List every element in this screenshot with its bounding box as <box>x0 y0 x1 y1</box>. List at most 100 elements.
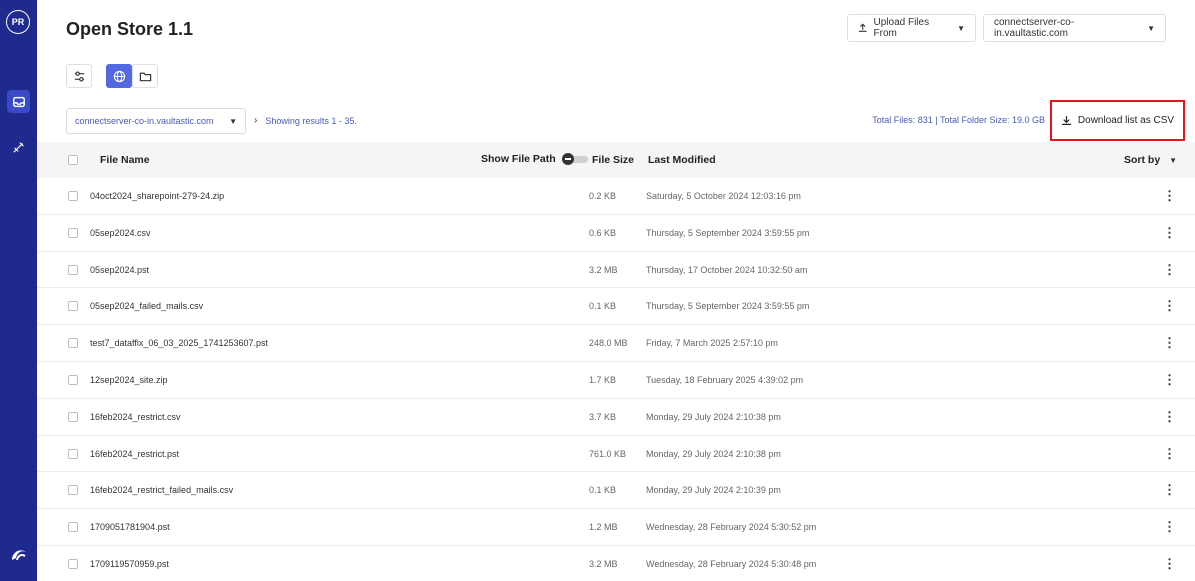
file-size: 248.0 MB <box>589 338 628 349</box>
server-dropdown[interactable]: connectserver-co-in.vaultastic.com ▼ <box>983 14 1166 42</box>
file-name[interactable]: 1709119570959.pst <box>90 559 169 569</box>
chevron-down-icon: ▼ <box>1147 23 1155 33</box>
table-row[interactable]: test7_dataffix_06_03_2025_1741253607.pst… <box>37 325 1195 362</box>
last-modified: Tuesday, 18 February 2025 4:39:02 pm <box>646 374 804 385</box>
last-modified: Friday, 7 March 2025 2:57:10 pm <box>646 338 778 349</box>
chevron-down-icon: ▼ <box>229 116 237 126</box>
brand-logo-icon <box>12 550 26 561</box>
more-options-icon[interactable]: ⋮ <box>1163 446 1176 462</box>
file-size: 1.7 KB <box>589 374 617 385</box>
global-view-button[interactable] <box>106 64 132 88</box>
last-modified: Wednesday, 28 February 2024 5:30:52 pm <box>646 522 817 533</box>
user-avatar[interactable]: PR <box>6 10 30 34</box>
filter-settings-button[interactable] <box>66 64 92 88</box>
chevron-down-icon: ▼ <box>1169 156 1178 165</box>
more-options-icon[interactable]: ⋮ <box>1163 225 1176 241</box>
file-list: 04oct2024_sharepoint-279-24.zip 0.2 KB Sat… <box>37 178 1195 581</box>
last-modified: Monday, 29 July 2024 2:10:38 pm <box>646 411 781 422</box>
table-row[interactable]: 05sep2024.pst 3.2 MB Thursday, 17 October … <box>37 252 1195 289</box>
upload-files-from-dropdown[interactable]: Upload Files From ▼ <box>847 14 976 42</box>
table-row[interactable]: 05sep2024.csv 0.6 KB Thursday, 5 September… <box>37 215 1195 252</box>
server-select-value: connectserver-co-in.vaultastic.com <box>75 116 214 126</box>
row-checkbox[interactable] <box>68 448 78 459</box>
more-options-icon[interactable]: ⋮ <box>1163 335 1176 351</box>
last-modified: Thursday, 17 October 2024 10:32:50 am <box>646 264 808 275</box>
file-name[interactable]: 05sep2024.csv <box>90 228 151 238</box>
table-row[interactable]: 16feb2024_restrict.csv 3.7 KB Monday, 29 J… <box>37 399 1195 436</box>
file-size: 1.2 MB <box>589 522 618 533</box>
row-checkbox[interactable] <box>68 485 78 496</box>
file-size: 0.6 KB <box>589 227 617 238</box>
table-row[interactable]: 05sep2024_failed_mails.csv 0.1 KB Thursday… <box>37 288 1195 326</box>
chevron-right-icon: › <box>254 115 258 126</box>
row-checkbox[interactable] <box>68 338 78 349</box>
upload-icon <box>858 23 867 32</box>
sidebar-item-archive[interactable] <box>7 90 30 113</box>
row-checkbox[interactable] <box>68 301 78 312</box>
file-size: 3.2 MB <box>589 558 618 569</box>
table-row[interactable]: 12sep2024_site.zip 1.7 KB Tuesday, 18 Febr… <box>37 362 1195 399</box>
row-checkbox[interactable] <box>68 411 78 422</box>
row-checkbox[interactable] <box>68 264 78 275</box>
sidebar: PR <box>0 0 37 581</box>
column-file-name: File Name <box>100 154 150 166</box>
more-options-icon[interactable]: ⋮ <box>1163 409 1176 425</box>
sort-by-dropdown[interactable]: Sort by ▼ <box>1124 154 1177 166</box>
showing-results-text: Showing results 1 - 35. <box>265 115 357 126</box>
more-options-icon[interactable]: ⋮ <box>1163 298 1176 314</box>
breadcrumb: › Showing results 1 - 35. <box>254 115 357 126</box>
last-modified: Saturday, 5 October 2024 12:03:16 pm <box>646 191 801 201</box>
file-name[interactable]: test7_dataffix_06_03_2025_1741253607.pst <box>90 338 268 348</box>
table-row[interactable]: 1709119570959.pst 3.2 MB Wednesday, 28 Feb… <box>37 546 1195 581</box>
download-csv-button[interactable]: Download list as CSV <box>1050 100 1185 141</box>
column-file-size: File Size <box>592 154 635 166</box>
globe-icon <box>113 70 125 82</box>
table-header: File Name Show File Path File Size Last … <box>37 142 1195 178</box>
row-checkbox[interactable] <box>68 191 78 201</box>
server-select[interactable]: connectserver-co-in.vaultastic.com ▼ <box>66 108 246 134</box>
last-modified: Wednesday, 28 February 2024 5:30:48 pm <box>646 558 817 569</box>
table-row[interactable]: 04oct2024_sharepoint-279-24.zip 0.2 KB Sat… <box>37 178 1195 215</box>
select-all-checkbox[interactable] <box>68 155 78 165</box>
row-checkbox[interactable] <box>68 374 78 385</box>
more-options-icon[interactable]: ⋮ <box>1163 482 1176 498</box>
download-icon <box>1062 116 1071 125</box>
more-options-icon[interactable]: ⋮ <box>1163 262 1176 278</box>
last-modified: Thursday, 5 September 2024 3:59:55 pm <box>646 227 810 238</box>
inbox-icon <box>12 96 25 107</box>
folder-icon <box>139 72 151 81</box>
last-modified: Monday, 29 July 2024 2:10:38 pm <box>646 448 781 459</box>
more-options-icon[interactable]: ⋮ <box>1163 556 1176 572</box>
file-name[interactable]: 05sep2024.pst <box>90 265 149 275</box>
table-row[interactable]: 16feb2024_restrict_failed_mails.csv 0.1 K… <box>37 472 1195 510</box>
file-name[interactable]: 05sep2024_failed_mails.csv <box>90 301 203 311</box>
sidebar-item-connections[interactable] <box>7 135 30 158</box>
more-options-icon[interactable]: ⋮ <box>1163 372 1176 388</box>
file-name[interactable]: 16feb2024_restrict.pst <box>90 449 179 459</box>
show-file-path-control[interactable]: Show File Path <box>481 153 588 166</box>
file-size: 3.2 MB <box>589 264 618 275</box>
upload-label: Upload Files From <box>873 17 930 39</box>
totals-text: Total Files: 831 | Total Folder Size: 19… <box>872 115 1045 125</box>
file-name[interactable]: 04oct2024_sharepoint-279-24.zip <box>90 191 224 201</box>
row-checkbox[interactable] <box>68 558 78 569</box>
file-name[interactable]: 1709051781904.pst <box>90 522 170 532</box>
download-csv-label: Download list as CSV <box>1077 115 1175 126</box>
file-name[interactable]: 16feb2024_restrict_failed_mails.csv <box>90 485 233 495</box>
file-name[interactable]: 12sep2024_site.zip <box>90 375 168 385</box>
row-checkbox[interactable] <box>68 522 78 533</box>
chevron-down-icon: ▼ <box>957 23 965 33</box>
table-row[interactable]: 1709051781904.pst 1.2 MB Wednesday, 28 Feb… <box>37 509 1195 546</box>
row-checkbox[interactable] <box>68 227 78 238</box>
file-name[interactable]: 16feb2024_restrict.csv <box>90 412 181 422</box>
more-options-icon[interactable]: ⋮ <box>1163 188 1176 204</box>
last-modified: Monday, 29 July 2024 2:10:39 pm <box>646 485 781 496</box>
show-file-path-toggle[interactable] <box>561 153 588 166</box>
column-last-modified: Last Modified <box>648 154 716 166</box>
more-options-icon[interactable]: ⋮ <box>1163 519 1176 535</box>
folder-view-button[interactable] <box>132 64 158 88</box>
table-row[interactable]: 16feb2024_restrict.pst 761.0 KB Monday, 29… <box>37 436 1195 473</box>
page-title: Open Store 1.1 <box>66 19 194 39</box>
sliders-icon <box>74 70 84 82</box>
file-size: 0.1 KB <box>589 485 617 496</box>
